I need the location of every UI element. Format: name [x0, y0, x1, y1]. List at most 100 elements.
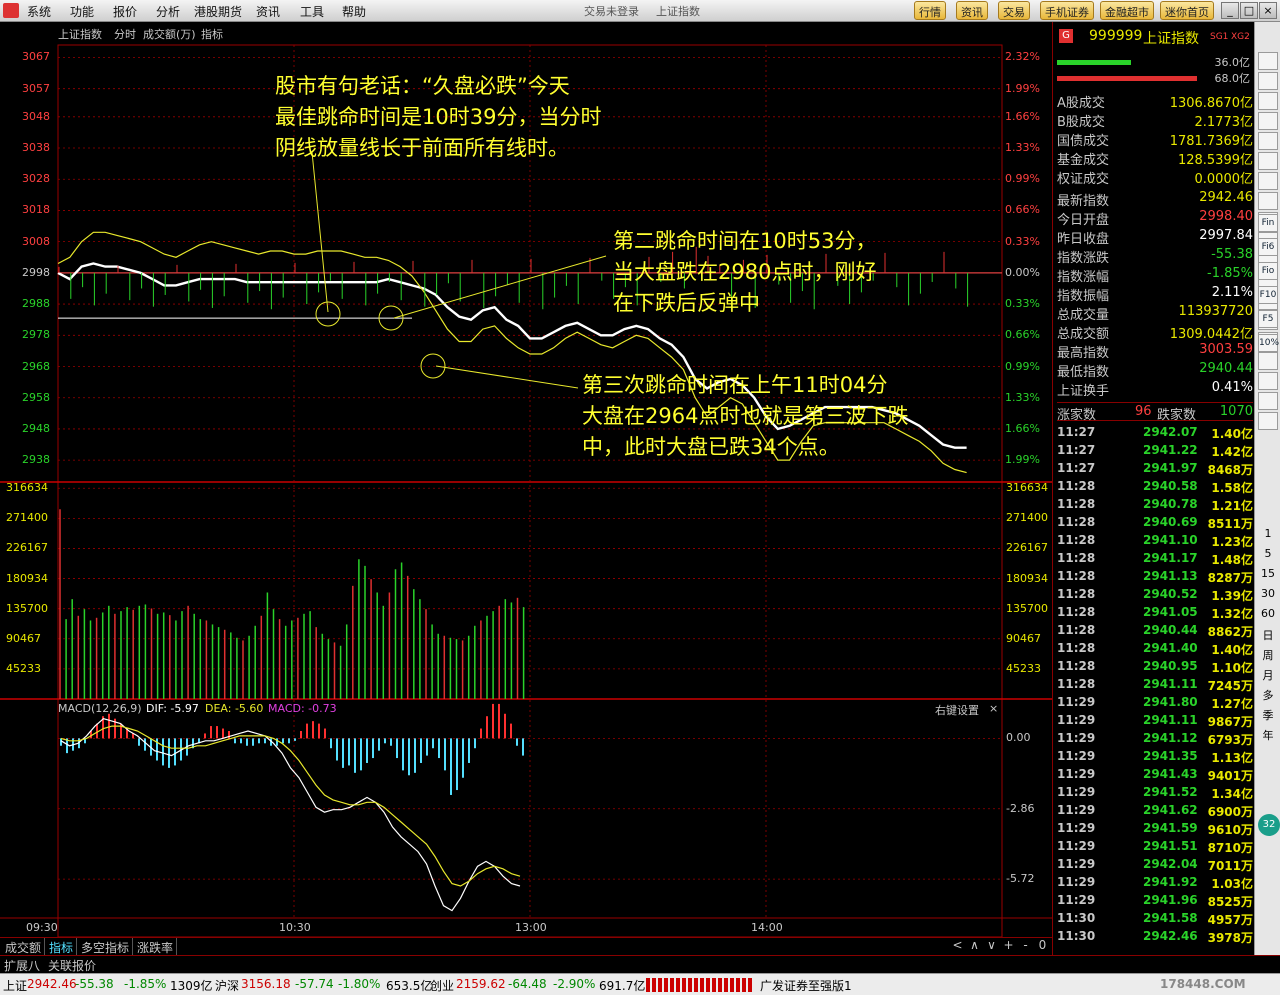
stat-value: 2998.40 [1199, 209, 1253, 224]
menu-news[interactable]: 资讯 [256, 3, 280, 20]
menu-system[interactable]: 系统 [27, 3, 51, 20]
tick-row: 11:28 2941.10 1.23亿 [1057, 533, 1253, 551]
annotation-3-line3: 中，此时大盘已跌34个点。 [582, 435, 840, 459]
toolbar-function-button[interactable]: Fi6 [1258, 238, 1278, 256]
toolbar-nav-icon[interactable] [1258, 192, 1278, 210]
toolbar-period-button[interactable]: 周 [1255, 647, 1280, 663]
tick-volume: 1.23亿 [1211, 535, 1253, 549]
tick-row: 11:29 2941.43 9401万 [1057, 767, 1253, 785]
toolbar-nav-icon[interactable] [1258, 112, 1278, 130]
toolbar-function-button[interactable]: F10 [1258, 286, 1278, 304]
toolbar-tool-icon[interactable] [1258, 352, 1278, 370]
indicator-tab[interactable]: 涨跌率 [134, 938, 178, 955]
tick-price: 2941.62 [1143, 803, 1198, 817]
indicator-tab[interactable]: 多空指标 [78, 938, 134, 955]
volume-tick-label: 316634 [1006, 481, 1048, 495]
indicator-tab[interactable]: 指标 [46, 938, 78, 955]
macd-settings[interactable]: 右键设置 [935, 702, 979, 718]
toolbar-nav-icon[interactable] [1258, 132, 1278, 150]
menu-tools[interactable]: 工具 [300, 3, 324, 20]
toolbar-period-button[interactable]: 60 [1255, 607, 1280, 620]
menu-help[interactable]: 帮助 [342, 3, 366, 20]
news-button[interactable]: 资讯 [956, 1, 988, 20]
volume-tick-label: 90467 [1006, 631, 1041, 645]
stat-value: 113937720 [1178, 304, 1253, 319]
toolbar-tool-icon[interactable] [1258, 412, 1278, 430]
tab-indicator[interactable]: 指标 [201, 26, 223, 42]
trade-button[interactable]: 交易 [998, 1, 1030, 20]
menu-quote[interactable]: 报价 [113, 3, 137, 20]
status-hs-amount: 653.5亿 [386, 979, 433, 993]
tab-intraday[interactable]: 分时 [114, 26, 136, 42]
toolbar-period-button[interactable]: 季 [1255, 707, 1280, 723]
toolbar-function-button[interactable]: F5 [1258, 310, 1278, 328]
tick-row: 11:29 2941.52 1.34亿 [1057, 785, 1253, 803]
menu-function[interactable]: 功能 [70, 3, 94, 20]
tick-price: 2940.52 [1143, 587, 1198, 601]
minimize-icon[interactable]: _ [1221, 2, 1239, 19]
finance-market-button[interactable]: 金融超市 [1100, 1, 1154, 20]
toolbar-tool-icon[interactable] [1258, 392, 1278, 410]
toolbar-period-button[interactable]: 5 [1255, 547, 1280, 560]
tab-turnover[interactable]: 成交额(万) [143, 26, 196, 42]
mini-home-button[interactable]: 迷你首页 [1160, 1, 1214, 20]
close-icon[interactable]: × [1259, 2, 1277, 19]
macd-close-icon[interactable]: × [989, 702, 998, 715]
tick-volume: 8710万 [1207, 841, 1253, 855]
toolbar-period-button[interactable]: 30 [1255, 587, 1280, 600]
maximize-icon[interactable]: □ [1240, 2, 1258, 19]
toolbar-period-button[interactable]: 多 [1255, 687, 1280, 703]
status-hs-change: -57.74 [295, 977, 334, 991]
toolbar-nav-icon[interactable] [1258, 72, 1278, 90]
stat-row: 最高指数 3003.59 [1057, 342, 1253, 361]
turnover-row: 权证成交 0.0000亿 [1057, 168, 1253, 187]
percent-tick-label: 1.66% [1005, 421, 1040, 435]
toolbar-nav-icon[interactable] [1258, 52, 1278, 70]
menu-analysis[interactable]: 分析 [156, 3, 180, 20]
tick-price: 2941.12 [1143, 731, 1198, 745]
tick-time: 11:28 [1057, 515, 1096, 529]
toolbar-function-button[interactable]: Fio [1258, 262, 1278, 280]
quote-button[interactable]: 行情 [914, 1, 946, 20]
stat-label: 最新指数 [1057, 194, 1110, 209]
bar-green [1057, 60, 1131, 65]
chart-control-button[interactable]: + [1001, 938, 1016, 952]
ext-tab-related[interactable]: 关联报价 [48, 957, 96, 974]
percent-tick-label: 0.66% [1005, 203, 1040, 217]
ext-tab-expand[interactable]: 扩展八 [4, 957, 40, 974]
toolbar-badge[interactable]: 32 [1258, 814, 1280, 836]
tick-volume: 8468万 [1207, 463, 1253, 477]
toolbar-period-button[interactable]: 月 [1255, 667, 1280, 683]
tick-row: 11:28 2941.17 1.48亿 [1057, 551, 1253, 569]
toolbar-period-button[interactable]: 年 [1255, 727, 1280, 743]
tick-price: 2941.43 [1143, 767, 1198, 781]
toolbar-nav-icon[interactable] [1258, 172, 1278, 190]
toolbar-tool-icon[interactable] [1258, 372, 1278, 390]
mobile-button[interactable]: 手机证券 [1040, 1, 1094, 20]
annotation-3: 第三次跳命时间在上午11时04分 大盘在2964点时也就是第三波下跌 中，此时大… [582, 370, 908, 463]
toolbar-nav-icon[interactable] [1258, 152, 1278, 170]
chart-control-button[interactable]: 0 [1035, 938, 1050, 952]
chart-control-button[interactable]: < [950, 938, 965, 952]
g-badge-icon: G [1059, 29, 1073, 43]
turnover-value: 128.5399亿 [1177, 153, 1253, 168]
menu-hk-futures[interactable]: 港股期货 [194, 3, 242, 20]
toolbar-nav-icon[interactable] [1258, 92, 1278, 110]
toolbar-period-button[interactable]: 1 [1255, 527, 1280, 540]
chart-control-button[interactable]: ∨ [984, 938, 999, 952]
chart-control-button[interactable]: - [1018, 938, 1033, 952]
price-tick-label: 2968 [22, 359, 50, 373]
toolbar-period-button[interactable]: 15 [1255, 567, 1280, 580]
toolbar-period-button[interactable]: 日 [1255, 627, 1280, 643]
tick-volume: 8287万 [1207, 571, 1253, 585]
tick-volume: 1.32亿 [1211, 607, 1253, 621]
status-hs-value: 3156.18 [241, 977, 291, 991]
toolbar-function-button[interactable]: Fin [1258, 214, 1278, 232]
percent-tick-label: 1.33% [1005, 141, 1040, 154]
tick-price: 2941.13 [1143, 569, 1198, 583]
indicator-tab[interactable]: 成交额 [2, 938, 46, 955]
toolbar-function-button[interactable]: 10% [1258, 334, 1279, 352]
status-bar: 上证 2942.46 -55.38 -1.85% 1309亿 沪深 3156.1… [0, 973, 1280, 995]
chart-control-button[interactable]: ∧ [967, 938, 982, 952]
percent-tick-label: 0.99% [1005, 359, 1040, 373]
